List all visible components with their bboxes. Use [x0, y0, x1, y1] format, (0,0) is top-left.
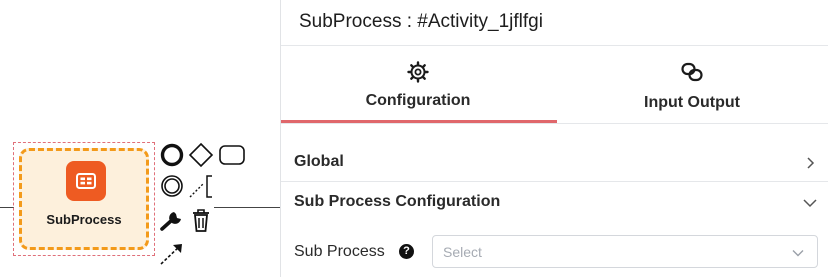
append-end-event-icon[interactable]: [159, 142, 185, 168]
section-sub-process-configuration-label: Sub Process Configuration: [294, 193, 501, 210]
append-intermediate-event-icon[interactable]: [159, 173, 185, 199]
text-annotation-icon[interactable]: [188, 173, 214, 199]
tab-configuration-label: Configuration: [365, 92, 471, 109]
panel-title: SubProcess : #Activity_1jflfgi: [281, 0, 828, 46]
active-tab-indicator: [281, 120, 557, 123]
sub-process-field-label: Sub Process: [294, 243, 385, 260]
section-global-label: Global: [294, 153, 344, 170]
subprocess-label: SubProcess: [46, 212, 122, 227]
connect-arrow-icon[interactable]: [159, 240, 185, 266]
panel-tabs: Configuration Input Output: [281, 46, 828, 124]
chevron-right-icon: [802, 155, 818, 171]
gear-icon: [406, 60, 430, 84]
sub-process-select-placeholder: Select: [443, 244, 482, 260]
chevron-down-icon: [802, 195, 818, 211]
tab-configuration[interactable]: Configuration: [281, 46, 555, 123]
bpmn-canvas[interactable]: SubProcess: [0, 0, 280, 277]
chevron-down-icon: [791, 245, 805, 259]
section-sub-process-configuration[interactable]: Sub Process Configuration: [281, 183, 828, 221]
subprocess-icon: [66, 161, 106, 201]
incoming-sequence-flow[interactable]: [0, 207, 14, 208]
append-gateway-icon[interactable]: [188, 142, 214, 168]
subprocess-element[interactable]: SubProcess: [19, 148, 149, 250]
help-icon[interactable]: ?: [399, 244, 414, 259]
section-global[interactable]: Global: [281, 141, 828, 182]
append-task-icon[interactable]: [218, 142, 246, 168]
sub-process-select[interactable]: Select: [432, 235, 818, 268]
link-icon: [680, 60, 704, 84]
properties-panel: SubProcess : #Activity_1jflfgi Configura…: [280, 0, 828, 277]
tab-input-output[interactable]: Input Output: [555, 46, 828, 123]
change-type-wrench-icon[interactable]: [159, 207, 185, 233]
delete-trash-icon[interactable]: [188, 207, 214, 233]
outgoing-sequence-flow[interactable]: [214, 207, 280, 208]
tab-input-output-label: Input Output: [644, 94, 740, 111]
